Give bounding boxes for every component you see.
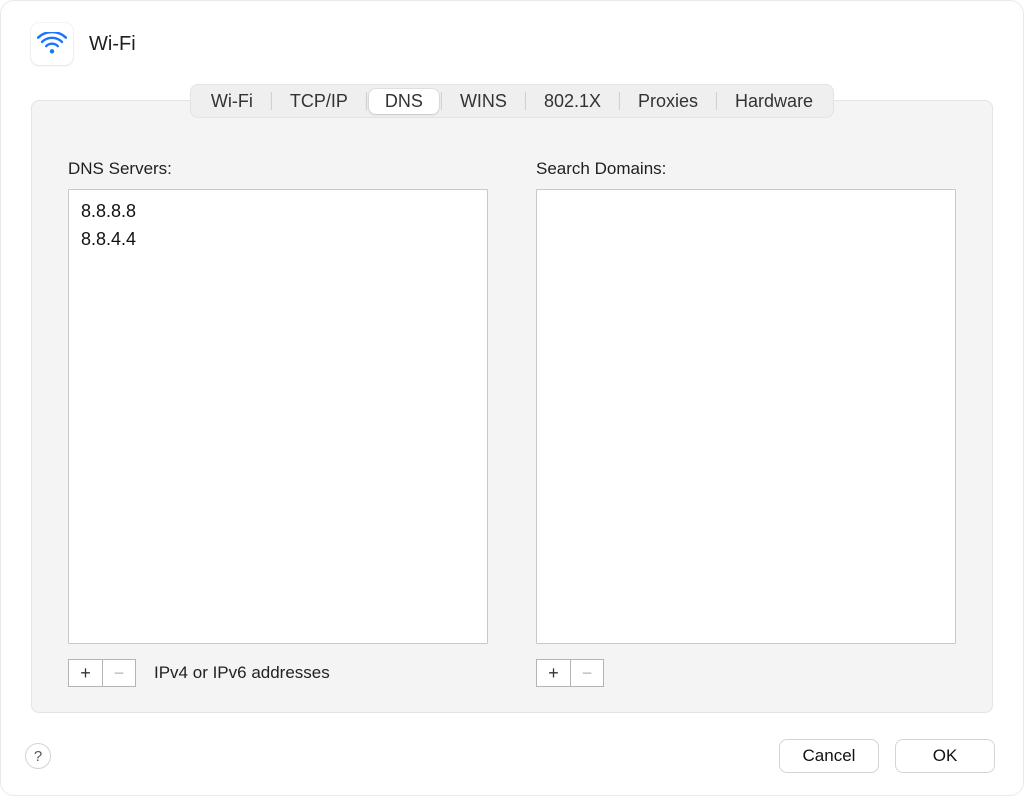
tab-separator xyxy=(619,92,620,110)
tab-tcpip[interactable]: TCP/IP xyxy=(274,89,364,114)
search-domains-remove-button[interactable]: − xyxy=(570,659,604,687)
ok-button[interactable]: OK xyxy=(895,739,995,773)
dns-server-entry[interactable]: 8.8.8.8 xyxy=(81,198,475,226)
cancel-button[interactable]: Cancel xyxy=(779,739,879,773)
content-frame: Wi-Fi TCP/IP DNS WINS 802.1X Proxies Har… xyxy=(31,100,993,713)
dns-servers-list[interactable]: 8.8.8.88.8.4.4 xyxy=(68,189,488,644)
dns-panel: DNS Servers: 8.8.8.88.8.4.4 + − IPv4 or … xyxy=(32,101,992,712)
tab-wifi[interactable]: Wi-Fi xyxy=(195,89,269,114)
search-domains-column: Search Domains: + − xyxy=(536,159,956,688)
tab-separator xyxy=(271,92,272,110)
tab-dns[interactable]: DNS xyxy=(369,89,439,114)
search-domains-controls: + − xyxy=(536,658,956,688)
dns-servers-pm-group: + − xyxy=(68,659,136,687)
search-domains-pm-group: + − xyxy=(536,659,604,687)
footer-actions: Cancel OK xyxy=(779,739,995,773)
dns-servers-remove-button[interactable]: − xyxy=(102,659,136,687)
tab-separator xyxy=(525,92,526,110)
dns-address-hint: IPv4 or IPv6 addresses xyxy=(154,663,330,683)
help-button[interactable]: ? xyxy=(25,743,51,769)
network-settings-window: Wi-Fi Wi-Fi TCP/IP DNS WINS 802.1X Proxi… xyxy=(0,0,1024,796)
search-domains-label: Search Domains: xyxy=(536,159,956,179)
search-domains-add-button[interactable]: + xyxy=(536,659,570,687)
dns-servers-column: DNS Servers: 8.8.8.88.8.4.4 + − IPv4 or … xyxy=(68,159,488,688)
tab-hardware[interactable]: Hardware xyxy=(719,89,829,114)
wifi-icon xyxy=(31,23,73,65)
header: Wi-Fi xyxy=(1,1,1023,75)
tab-separator xyxy=(716,92,717,110)
dns-servers-controls: + − IPv4 or IPv6 addresses xyxy=(68,658,488,688)
tab-wins[interactable]: WINS xyxy=(444,89,523,114)
dns-server-entry[interactable]: 8.8.4.4 xyxy=(81,226,475,254)
dns-servers-add-button[interactable]: + xyxy=(68,659,102,687)
tabs-bar: Wi-Fi TCP/IP DNS WINS 802.1X Proxies Har… xyxy=(190,84,834,118)
tab-8021x[interactable]: 802.1X xyxy=(528,89,617,114)
search-domains-list[interactable] xyxy=(536,189,956,644)
tab-separator xyxy=(441,92,442,110)
dns-servers-label: DNS Servers: xyxy=(68,159,488,179)
tab-separator xyxy=(366,92,367,110)
tab-proxies[interactable]: Proxies xyxy=(622,89,714,114)
footer: ? Cancel OK xyxy=(25,739,995,773)
page-title: Wi-Fi xyxy=(89,33,136,56)
